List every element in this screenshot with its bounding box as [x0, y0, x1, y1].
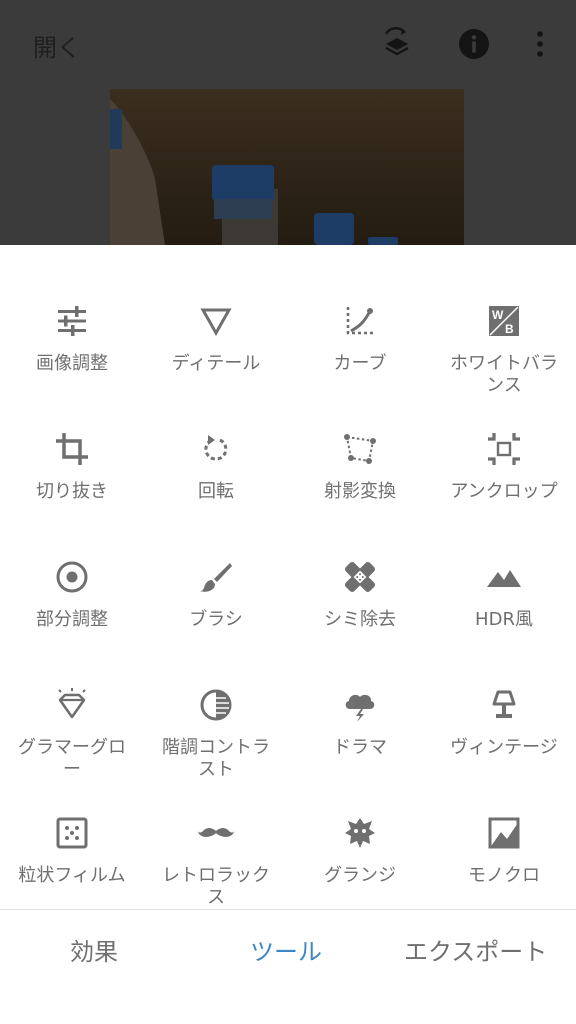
brush-icon — [200, 563, 232, 592]
tool-details[interactable]: ディテール — [144, 303, 288, 375]
tool-label: ブラシ — [189, 609, 243, 630]
tool-label: モノクロ — [468, 865, 540, 886]
tool-label: 射影変換 — [324, 481, 396, 502]
tab-export[interactable]: エクスポート — [404, 932, 547, 967]
tool-label: ディテール — [171, 353, 261, 374]
grunge-icon — [345, 818, 375, 848]
film-grain-icon — [56, 817, 88, 849]
storm-cloud-icon — [345, 694, 375, 722]
expand-crop-icon — [488, 433, 520, 465]
svg-text:B: B — [505, 322, 514, 336]
diamond-icon — [58, 688, 86, 719]
monochrome-icon — [488, 817, 520, 849]
top-bar: 開く — [0, 0, 576, 245]
more-options-icon[interactable] — [522, 26, 558, 62]
white-balance-icon: W B — [489, 306, 519, 336]
tool-grunge[interactable]: グランジ — [288, 815, 432, 887]
tool-brush[interactable]: ブラシ — [144, 559, 288, 631]
tool-label: 回転 — [198, 481, 234, 502]
tool-label: 切り抜き — [36, 481, 108, 502]
contrast-icon — [200, 689, 232, 721]
tool-glamour-glow[interactable]: グラマーグロー — [0, 687, 144, 781]
tool-tonal-contrast[interactable]: 階調コントラスト — [144, 687, 288, 781]
tool-drama[interactable]: ドラマ — [288, 687, 432, 759]
perspective-icon — [344, 434, 376, 464]
tool-label: アンクロップ — [450, 481, 558, 502]
open-button[interactable]: 開く — [33, 28, 81, 63]
tool-label: 階調コントラスト — [162, 737, 270, 780]
photo-preview — [110, 89, 464, 245]
curve-icon — [346, 307, 374, 335]
crop-icon — [56, 433, 88, 465]
tool-perspective[interactable]: 射影変換 — [288, 431, 432, 503]
tool-label: レトロラックス — [162, 865, 270, 908]
tool-label: ドラマ — [333, 737, 387, 758]
tool-grainy-film[interactable]: 粒状フィルム — [0, 815, 144, 887]
tool-crop[interactable]: 切り抜き — [0, 431, 144, 503]
tool-expand[interactable]: アンクロップ — [432, 431, 576, 503]
tool-selective[interactable]: 部分調整 — [0, 559, 144, 631]
target-icon — [56, 561, 88, 593]
tool-black-white[interactable]: モノクロ — [432, 815, 576, 887]
tools-sheet: 画像調整 ディテール カーブ W B ホワイトバランス 切り抜き 回転 射影変換… — [0, 245, 576, 909]
tool-label: HDR風 — [475, 609, 533, 630]
tab-tools[interactable]: ツール — [250, 932, 322, 967]
bottom-tab-bar: 効果 ツール エクスポート — [0, 910, 576, 1024]
tool-label: カーブ — [333, 353, 387, 374]
tool-white-balance[interactable]: W B ホワイトバランス — [432, 303, 576, 397]
tab-effects[interactable]: 効果 — [70, 932, 118, 967]
tool-label: ホワイトバランス — [450, 353, 558, 396]
info-icon[interactable] — [456, 26, 492, 62]
tool-label: グランジ — [324, 865, 396, 886]
tool-label: 画像調整 — [36, 353, 108, 374]
tool-curves[interactable]: カーブ — [288, 303, 432, 375]
tool-healing[interactable]: シミ除去 — [288, 559, 432, 631]
tune-sliders-icon — [58, 306, 86, 336]
tool-vintage[interactable]: ヴィンテージ — [432, 687, 576, 759]
mustache-icon — [198, 828, 234, 837]
tool-rotate[interactable]: 回転 — [144, 431, 288, 503]
layers-stack-icon[interactable] — [379, 26, 415, 62]
tool-label: 粒状フィルム — [18, 865, 126, 886]
tool-label: ヴィンテージ — [450, 737, 558, 758]
rotate-icon — [204, 435, 228, 461]
tool-hdr[interactable]: HDR風 — [432, 559, 576, 631]
mountains-icon — [487, 570, 521, 587]
tool-label: グラマーグロー — [18, 737, 126, 780]
healing-bandage-icon — [344, 561, 376, 593]
lamp-icon — [492, 690, 516, 718]
tool-image-adjust[interactable]: 画像調整 — [0, 303, 144, 375]
tool-retrolux[interactable]: レトロラックス — [144, 815, 288, 909]
tool-label: 部分調整 — [36, 609, 108, 630]
svg-text:W: W — [492, 308, 504, 322]
tool-label: シミ除去 — [324, 609, 396, 630]
triangle-down-icon — [200, 308, 232, 337]
